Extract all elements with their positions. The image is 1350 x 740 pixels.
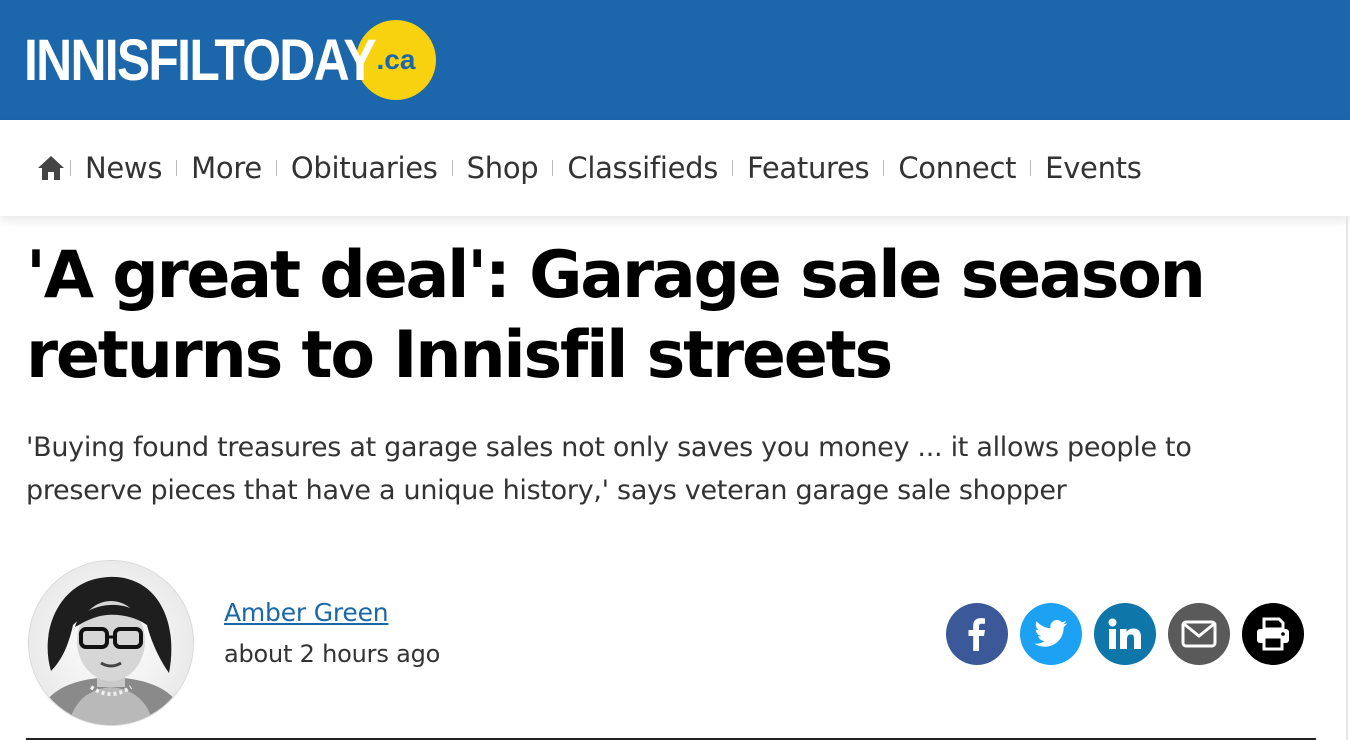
print-icon xyxy=(1255,617,1291,651)
facebook-icon xyxy=(962,617,992,651)
share-print-button[interactable] xyxy=(1242,603,1304,665)
twitter-icon xyxy=(1034,619,1068,649)
nav-item-more[interactable]: More xyxy=(191,151,262,185)
main-nav: News More Obituaries Shop Classifieds Fe… xyxy=(0,120,1350,216)
share-facebook-button[interactable] xyxy=(946,603,1008,665)
article-subheadline: 'Buying found treasures at garage sales … xyxy=(26,432,1192,506)
share-linkedin-button[interactable] xyxy=(1094,603,1156,665)
nav-item-events[interactable]: Events xyxy=(1045,151,1142,185)
linkedin-icon xyxy=(1108,618,1142,650)
site-header: INNISFILTODAY .ca xyxy=(0,0,1350,120)
article-timestamp: about 2 hours ago xyxy=(224,640,441,668)
article-headline: 'A great deal': Garage sale season retur… xyxy=(26,238,1206,393)
nav-divider xyxy=(552,160,554,176)
share-twitter-button[interactable] xyxy=(1020,603,1082,665)
nav-item-shop[interactable]: Shop xyxy=(467,151,539,185)
nav-item-news[interactable]: News xyxy=(85,151,162,185)
nav-divider xyxy=(451,160,453,176)
author-avatar[interactable] xyxy=(28,560,194,726)
nav-item-features[interactable]: Features xyxy=(747,151,870,185)
email-icon xyxy=(1181,620,1217,648)
nav-item-classifieds[interactable]: Classifieds xyxy=(567,151,718,185)
logo-wordmark: INNISFILTODAY xyxy=(24,27,377,93)
nav-item-obituaries[interactable]: Obituaries xyxy=(291,151,438,185)
nav-divider xyxy=(70,160,71,176)
page-scrollbar-edge xyxy=(1346,216,1348,740)
nav-divider xyxy=(176,160,178,176)
nav-divider xyxy=(275,160,277,176)
home-icon[interactable] xyxy=(36,153,66,183)
author-link[interactable]: Amber Green xyxy=(224,598,389,627)
nav-item-connect[interactable]: Connect xyxy=(898,151,1016,185)
share-email-button[interactable] xyxy=(1168,603,1230,665)
nav-divider xyxy=(732,160,734,176)
nav-divider xyxy=(1030,160,1032,176)
site-logo[interactable]: INNISFILTODAY .ca xyxy=(24,20,436,100)
nav-divider xyxy=(883,160,885,176)
